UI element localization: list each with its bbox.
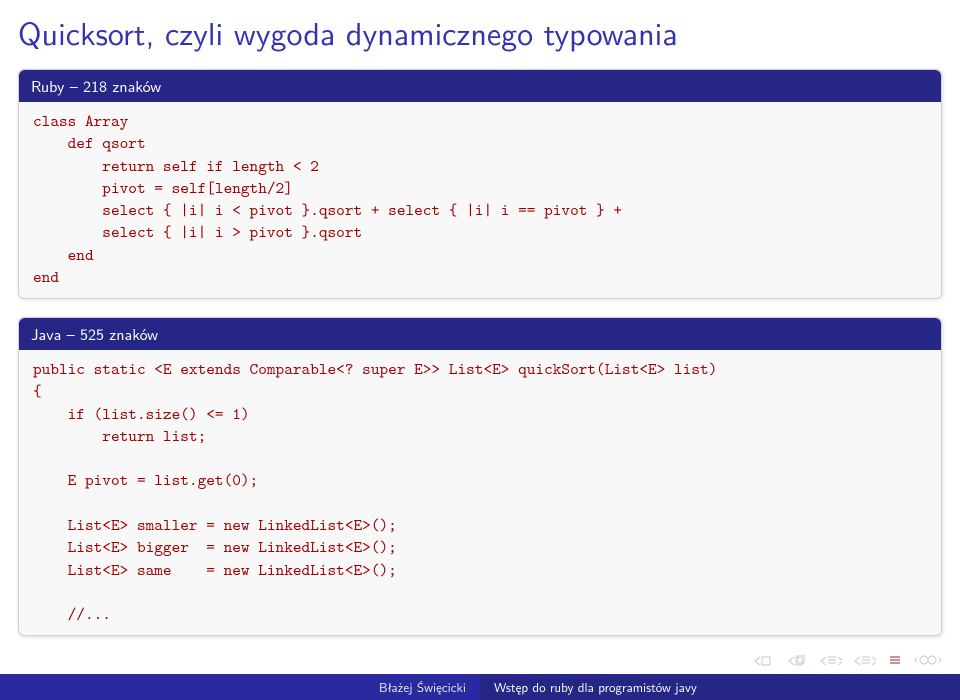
nav-appendix-icon[interactable] xyxy=(888,650,902,670)
ruby-block-title: Ruby – 218 znaków xyxy=(19,70,941,102)
beamer-nav-icons xyxy=(752,650,942,670)
footer-title: Wstęp do ruby dla programistów javy xyxy=(480,674,960,700)
footer-author: Błażej Święcicki xyxy=(0,674,480,700)
nav-next-section-icon[interactable] xyxy=(854,650,876,670)
footer: Błażej Święcicki Wstęp do ruby dla progr… xyxy=(0,674,960,700)
nav-back-forward-icon[interactable] xyxy=(914,650,942,670)
java-code: public static <E extends Comparable<? su… xyxy=(33,358,927,625)
nav-prev-slide-icon[interactable] xyxy=(752,650,774,670)
slide-title: Quicksort, czyli wygoda dynamicznego typ… xyxy=(0,0,960,69)
nav-prev-section-icon[interactable] xyxy=(820,650,842,670)
nav-prev-subsection-icon[interactable] xyxy=(786,650,808,670)
java-block-title: Java – 525 znaków xyxy=(19,318,941,350)
ruby-block-body: class Array def qsort return self if len… xyxy=(19,102,941,298)
java-block: Java – 525 znaków public static <E exten… xyxy=(18,317,942,636)
ruby-code: class Array def qsort return self if len… xyxy=(33,110,927,288)
java-block-body: public static <E extends Comparable<? su… xyxy=(19,350,941,635)
ruby-block: Ruby – 218 znaków class Array def qsort … xyxy=(18,69,942,299)
slide-content: Ruby – 218 znaków class Array def qsort … xyxy=(0,69,960,636)
